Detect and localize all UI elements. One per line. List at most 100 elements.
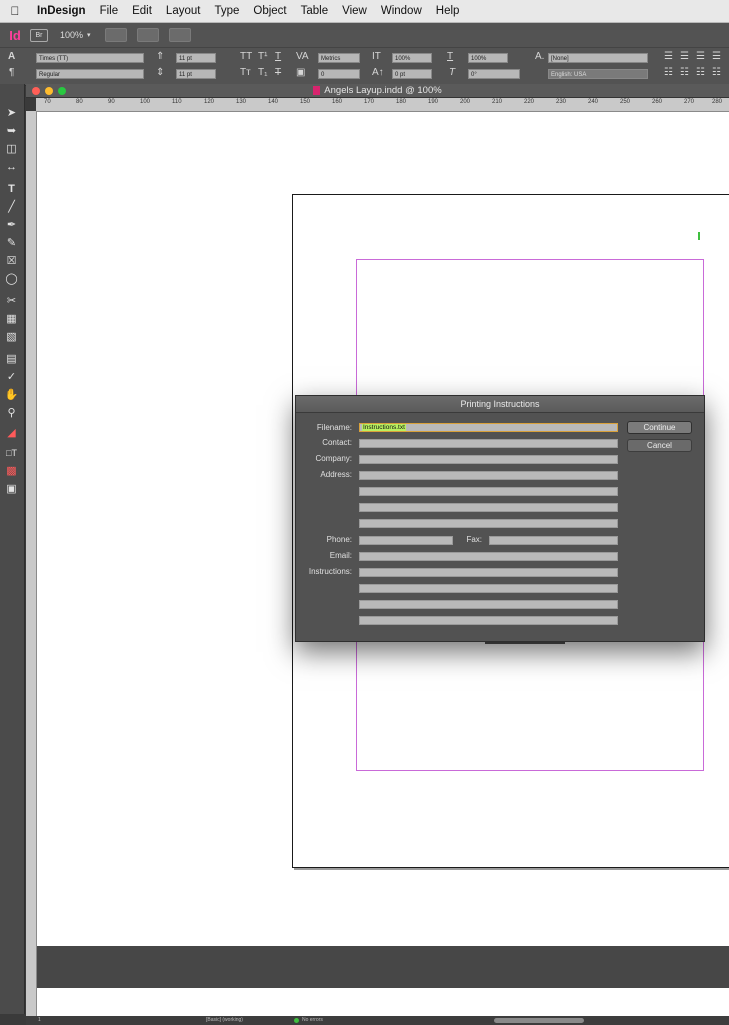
instructions-field-line-4[interactable]: [359, 616, 618, 625]
cancel-button[interactable]: Cancel: [627, 439, 692, 452]
fill-stroke-swatch-icon[interactable]: ◢: [3, 426, 20, 440]
pasteboard-lower[interactable]: [37, 988, 729, 1016]
font-family-field[interactable]: Times (TT): [36, 53, 144, 63]
menu-object[interactable]: Object: [246, 5, 293, 17]
ruler-tick: 140: [268, 99, 279, 105]
fax-field[interactable]: [489, 536, 618, 545]
rectangle-frame-tool-icon[interactable]: ☒: [3, 254, 20, 268]
font-size-field[interactable]: 11 pt: [176, 53, 216, 63]
continue-button[interactable]: Continue: [627, 421, 692, 434]
character-mode-icon[interactable]: A: [8, 51, 15, 62]
ruler-tick: 190: [428, 99, 439, 105]
preflight-profile[interactable]: [Basic] (working): [206, 1017, 243, 1023]
language-field[interactable]: English: USA: [548, 69, 648, 79]
address-field-line-2[interactable]: [359, 487, 618, 496]
close-window-button[interactable]: [32, 87, 40, 95]
align-right-icon[interactable]: ☰: [696, 51, 705, 62]
email-label: Email:: [329, 551, 352, 560]
ruler-tick: 250: [620, 99, 631, 105]
address-field-line-3[interactable]: [359, 503, 618, 512]
screen-mode-button[interactable]: [136, 28, 159, 42]
superscript-button[interactable]: T¹: [258, 51, 267, 62]
horizontal-scale-field[interactable]: 100%: [468, 53, 508, 63]
instructions-field-line-3[interactable]: [359, 600, 618, 609]
numbering-icon[interactable]: ☷: [680, 67, 689, 78]
zoom-tool-icon[interactable]: ⚲: [3, 406, 20, 420]
page-tool-icon[interactable]: ◫: [3, 142, 20, 156]
underline-button[interactable]: T: [275, 51, 281, 62]
ruler-tick: 90: [108, 99, 115, 105]
free-transform-tool-icon[interactable]: ▦: [3, 312, 20, 326]
bridge-button[interactable]: Br: [30, 28, 48, 42]
strikethrough-button[interactable]: T: [275, 67, 281, 78]
kerning-field[interactable]: Metrics: [318, 53, 360, 63]
horizontal-ruler[interactable]: 70 80 90 100 110 120 130 140 150 160 170…: [36, 98, 729, 112]
align-justify-icon[interactable]: ☰: [712, 51, 721, 62]
zoom-level[interactable]: 100%: [60, 30, 83, 40]
address-field-line-4[interactable]: [359, 519, 618, 528]
paragraph-mode-icon[interactable]: ¶: [9, 67, 14, 78]
bullets-icon[interactable]: ☷: [664, 67, 673, 78]
gap-tool-icon[interactable]: ↔: [3, 160, 20, 174]
view-options-button[interactable]: [104, 28, 127, 42]
gradient-tool-icon[interactable]: ▧: [3, 330, 20, 344]
zoom-dropdown-chevron-icon[interactable]: ▾: [87, 31, 91, 39]
vertical-ruler[interactable]: [26, 111, 37, 1016]
horizontal-scrollbar[interactable]: [494, 1018, 584, 1023]
menu-view[interactable]: View: [335, 5, 374, 17]
type-tool-icon[interactable]: T: [3, 182, 20, 196]
screen-mode-icon[interactable]: ▣: [3, 482, 20, 496]
leading-field[interactable]: 11 pt: [176, 69, 216, 79]
ruler-tick: 170: [364, 99, 375, 105]
menu-edit[interactable]: Edit: [125, 5, 159, 17]
apple-icon[interactable]: : [0, 4, 30, 18]
hand-tool-icon[interactable]: ✋: [3, 388, 20, 402]
instructions-field-line-2[interactable]: [359, 584, 618, 593]
character-style-field[interactable]: [None]: [548, 53, 648, 63]
note-tool-icon[interactable]: ▤: [3, 352, 20, 366]
pencil-tool-icon[interactable]: ✎: [3, 236, 20, 250]
apply-none-icon[interactable]: ▩: [3, 464, 20, 478]
company-field[interactable]: [359, 455, 618, 464]
arrange-documents-button[interactable]: [168, 28, 191, 42]
subscript-button[interactable]: T₁: [258, 67, 267, 78]
menu-window[interactable]: Window: [374, 5, 429, 17]
menu-help[interactable]: Help: [429, 5, 467, 17]
vertical-scale-field[interactable]: 100%: [392, 53, 432, 63]
address-field-line-1[interactable]: [359, 471, 618, 480]
contact-field[interactable]: [359, 439, 618, 448]
menu-table[interactable]: Table: [294, 5, 336, 17]
baseline-shift-field[interactable]: 0 pt: [392, 69, 432, 79]
page-number-field[interactable]: 1: [38, 1017, 41, 1023]
menu-file[interactable]: File: [93, 5, 126, 17]
email-field[interactable]: [359, 552, 618, 561]
direct-selection-tool-icon[interactable]: ➥: [3, 124, 20, 138]
menu-type[interactable]: Type: [207, 5, 246, 17]
indent-icon[interactable]: ☷: [696, 67, 705, 78]
formatting-affects-text-icon[interactable]: □T: [3, 446, 20, 460]
minimize-window-button[interactable]: [45, 87, 53, 95]
ellipse-tool-icon[interactable]: ◯: [3, 272, 20, 286]
control-panel: A ¶ Times (TT) Regular ⇑ 11 pt ⇕ 11 pt T…: [0, 47, 729, 86]
scissors-tool-icon[interactable]: ✂: [3, 294, 20, 308]
eyedropper-tool-icon[interactable]: ✓: [3, 370, 20, 384]
line-tool-icon[interactable]: ╱: [3, 200, 20, 214]
tracking-field[interactable]: 0: [318, 69, 360, 79]
ruler-tick: 100: [140, 99, 151, 105]
pen-tool-icon[interactable]: ✒: [3, 218, 20, 232]
align-left-icon[interactable]: ☰: [664, 51, 673, 62]
skew-field[interactable]: 0°: [468, 69, 520, 79]
small-caps-button[interactable]: Tᴛ: [240, 67, 251, 78]
menu-app-name[interactable]: InDesign: [30, 5, 93, 17]
menu-layout[interactable]: Layout: [159, 5, 208, 17]
filename-field[interactable]: Instructions.txt: [359, 423, 618, 432]
zoom-window-button[interactable]: [58, 87, 66, 95]
font-style-field[interactable]: Regular: [36, 69, 144, 79]
outdent-icon[interactable]: ☷: [712, 67, 721, 78]
align-center-icon[interactable]: ☰: [680, 51, 689, 62]
selection-tool-icon[interactable]: ➤: [3, 106, 20, 120]
preflight-errors[interactable]: No errors: [302, 1017, 323, 1023]
ruler-tick: 200: [460, 99, 471, 105]
instructions-field-line-1[interactable]: [359, 568, 618, 577]
all-caps-button[interactable]: TT: [240, 51, 252, 62]
